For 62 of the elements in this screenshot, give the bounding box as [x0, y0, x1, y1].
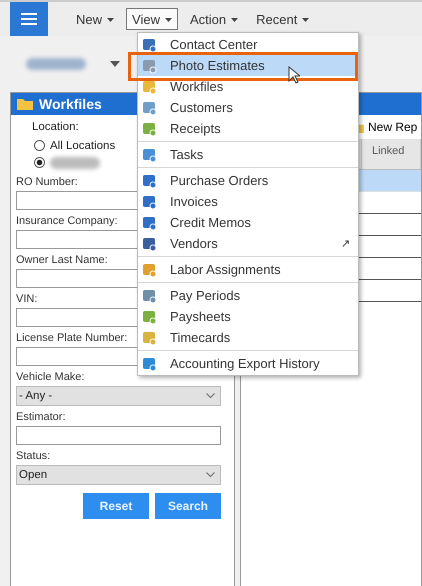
field-label: Insurance Company:	[16, 215, 118, 227]
menu-button[interactable]	[10, 2, 48, 36]
menu-item-icon	[142, 288, 158, 304]
menu-item-icon	[142, 262, 158, 278]
menu-item[interactable]: Timecards	[138, 327, 358, 348]
radio-button[interactable]	[34, 157, 45, 168]
caret-icon[interactable]	[110, 61, 120, 67]
panel-title: Workfiles	[39, 96, 102, 112]
input-field[interactable]	[16, 426, 221, 445]
menu-item-icon	[142, 356, 158, 372]
field-label: Vehicle Make:	[16, 371, 84, 383]
menu-item-icon	[142, 308, 158, 324]
menu-item-icon	[142, 78, 158, 94]
field-label: Status:	[16, 450, 50, 462]
field-label: RO Number:	[16, 176, 78, 188]
menu-item-icon	[142, 214, 158, 230]
menu-item[interactable]: Labor Assignments	[138, 259, 358, 280]
menu-item[interactable]: Customers	[138, 97, 358, 118]
chevron-icon	[206, 393, 215, 399]
menu-icon	[21, 12, 37, 26]
field-label: Owner Last Name:	[16, 254, 108, 266]
menu-item[interactable]: Credit Memos	[138, 212, 358, 233]
menu-item[interactable]: Receipts	[138, 118, 358, 139]
field-label: Location:	[32, 121, 79, 133]
menu-item[interactable]: Purchase Orders	[138, 170, 358, 191]
menu-item[interactable]: Pay Periods	[138, 285, 358, 306]
menu-item-icon	[142, 172, 158, 188]
menu-item[interactable]: Vendors ↗	[138, 233, 358, 254]
caret-icon	[231, 18, 238, 22]
field-label: Estimator:	[16, 411, 66, 423]
menu-item-icon	[142, 58, 158, 74]
field-label: VIN:	[16, 293, 38, 305]
menu-item-icon	[142, 120, 158, 136]
menu-item-icon	[142, 236, 158, 252]
cursor-icon	[288, 66, 300, 84]
menu-item-icon	[142, 36, 158, 52]
redacted-bar	[50, 156, 100, 168]
redacted-bar	[26, 58, 86, 70]
menu-item[interactable]: Tasks	[138, 144, 358, 165]
field-label: License Plate Number:	[16, 332, 128, 344]
radio-label: All Locations	[50, 140, 116, 152]
dropdown[interactable]: - Any -	[16, 386, 221, 406]
menu-tab[interactable]: Action	[184, 8, 244, 30]
radio-button[interactable]	[34, 140, 45, 151]
menu-tab[interactable]: View	[126, 8, 178, 30]
menu-item[interactable]: Photo Estimates	[138, 55, 358, 76]
caret-icon	[107, 18, 114, 22]
menu-item-icon	[142, 100, 158, 116]
caret-icon	[302, 18, 310, 22]
menu-tab[interactable]: Recent	[250, 8, 316, 30]
menu-tab[interactable]: New	[70, 8, 120, 30]
menu-item[interactable]: Paysheets	[138, 306, 358, 327]
menu-item[interactable]: Contact Center	[138, 34, 358, 55]
menu-item[interactable]: Accounting Export History	[138, 353, 358, 374]
folder-icon	[17, 98, 33, 110]
dropdown[interactable]: Open	[16, 465, 221, 485]
caret-icon	[164, 18, 172, 22]
chevron-icon	[206, 472, 215, 478]
menu-item-icon	[142, 146, 158, 162]
menu-item-icon	[142, 330, 158, 346]
menu-item[interactable]: Invoices	[138, 191, 358, 212]
menu-item-icon	[142, 194, 158, 210]
